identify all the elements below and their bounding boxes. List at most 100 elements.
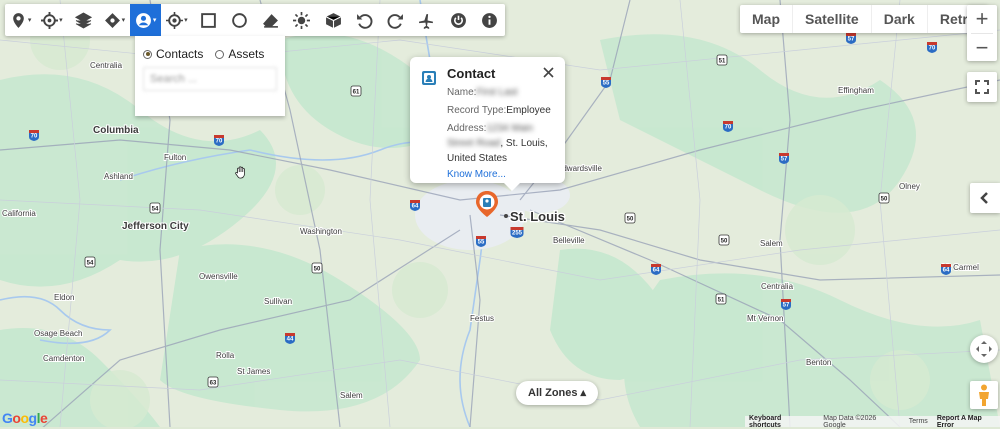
contact-card-icon [422, 71, 436, 85]
place-label: Olney [899, 182, 920, 191]
interstate-shield: 57 [779, 153, 789, 164]
place-label: Effingham [838, 86, 874, 95]
address-label: Address: [447, 123, 487, 134]
map-data-text: Map Data ©2026 Google [823, 414, 877, 429]
hand-cursor-icon [235, 166, 245, 179]
place-label: Jefferson City [122, 221, 189, 232]
map-type-switcher: Map Satellite Dark Retro [740, 5, 989, 33]
highway-number: 61 [353, 90, 360, 96]
address-line3: United States [447, 153, 508, 164]
crosshair-icon[interactable]: ▾ [161, 4, 192, 36]
interstate-shield: 44 [285, 333, 295, 344]
map-attribution-bar: Keyboard shortcuts Map Data ©2026 Google… [745, 414, 1000, 429]
us-route-shield: 50 [718, 234, 730, 246]
place-label: Washington [300, 227, 342, 236]
place-label: Centralia [761, 282, 794, 291]
highway-number: 70 [929, 46, 936, 52]
eraser-icon[interactable] [255, 4, 286, 36]
popup-close-button[interactable] [540, 64, 556, 80]
square-icon[interactable] [193, 4, 224, 36]
highway-number: 70 [31, 134, 38, 140]
airplane-icon[interactable] [411, 4, 442, 36]
record-type-value: Employee [506, 105, 551, 116]
circle-icon[interactable] [224, 4, 255, 36]
highway-number: 51 [719, 59, 726, 65]
undo-icon[interactable] [349, 4, 380, 36]
settings-target-icon[interactable]: ▾ [36, 4, 67, 36]
all-zones-button[interactable]: All Zones ▴ [516, 381, 599, 405]
place-label: California [2, 209, 36, 218]
interstate-shield: 70 [29, 130, 39, 141]
highway-number: 55 [603, 81, 610, 87]
toolbar: ▾ ▾ ▾ ▾ ▾ [5, 4, 505, 36]
name-value: First Last [476, 87, 518, 98]
place-label: Sullivan [264, 297, 292, 306]
zoom-out-button[interactable]: − [967, 34, 997, 62]
interstate-shield: 57 [846, 33, 856, 44]
highway-number: 50 [881, 197, 888, 203]
map-type-satellite-button[interactable]: Satellite [793, 5, 872, 33]
us-route-shield: 50 [878, 192, 890, 204]
us-route-shield: 63 [207, 376, 219, 388]
info-icon[interactable] [474, 4, 505, 36]
us-route-shield: 61 [350, 85, 362, 97]
power-icon[interactable] [443, 4, 474, 36]
zoom-in-button[interactable]: + [967, 5, 997, 33]
pan-arrows-icon [976, 341, 992, 357]
terms-link[interactable]: Terms [909, 418, 928, 425]
map-type-map-button[interactable]: Map [740, 5, 793, 33]
name-label: Name: [447, 87, 477, 98]
place-label: St James [237, 367, 270, 376]
place-label: Owensville [199, 272, 238, 281]
report-map-error-link[interactable]: Report A Map Error [937, 415, 1000, 429]
highway-number: 63 [210, 381, 217, 387]
chevron-left-icon [980, 192, 988, 204]
close-icon [542, 66, 554, 78]
pan-control-button[interactable] [970, 335, 998, 363]
place-label: Salem [340, 391, 363, 400]
fullscreen-icon [975, 80, 989, 94]
place-label: Mt Vernon [747, 314, 783, 323]
keyboard-shortcuts-link[interactable]: Keyboard shortcuts [749, 415, 814, 429]
highway-number: 50 [627, 217, 634, 223]
redo-icon[interactable] [380, 4, 411, 36]
contacts-label[interactable]: Contacts [156, 47, 203, 61]
diamond-marker-icon[interactable]: ▾ [99, 4, 130, 36]
highway-number: 57 [783, 303, 790, 309]
place-label: Salem [760, 239, 783, 248]
layers-icon[interactable] [68, 4, 99, 36]
collapse-panel-button[interactable] [970, 183, 1000, 213]
popup-title: Contact [447, 66, 496, 81]
record-type-label: Record Type: [447, 105, 507, 116]
highway-number: 70 [725, 125, 732, 131]
place-label: Festus [470, 314, 494, 323]
highway-number: 50 [721, 239, 728, 245]
place-label: Fulton [164, 153, 186, 162]
highway-number: 54 [152, 207, 159, 213]
google-logo[interactable]: Google [2, 410, 48, 426]
interstate-shield: 55 [601, 77, 611, 88]
contact-search-input[interactable]: Search ... [143, 67, 277, 91]
place-label: Columbia [93, 125, 139, 136]
highway-number: 44 [287, 337, 294, 343]
person-icon[interactable]: ▾ [130, 4, 162, 36]
cube-icon[interactable] [318, 4, 349, 36]
interstate-shield: 64 [941, 264, 951, 275]
interstate-shield: 70 [927, 42, 937, 53]
city-label-st-louis: St. Louis [510, 209, 565, 224]
know-more-link[interactable]: Know More... [447, 167, 562, 182]
zoom-control: + − [967, 5, 997, 61]
contacts-radio[interactable] [143, 49, 152, 59]
fullscreen-button[interactable] [967, 72, 997, 102]
assets-radio[interactable] [215, 49, 225, 59]
sun-icon[interactable] [286, 4, 317, 36]
address-line2-street: Street Road [447, 138, 501, 149]
street-view-pegman-button[interactable] [970, 381, 998, 409]
contact-info-popup: Contact Name:First Last Record Type:Empl… [410, 57, 565, 191]
location-pin-icon[interactable]: ▾ [5, 4, 36, 36]
us-route-shield: 51 [715, 293, 727, 305]
highway-number: 54 [87, 261, 94, 267]
place-label: Belleville [553, 236, 585, 245]
map-type-dark-button[interactable]: Dark [872, 5, 928, 33]
assets-label[interactable]: Assets [228, 47, 264, 61]
